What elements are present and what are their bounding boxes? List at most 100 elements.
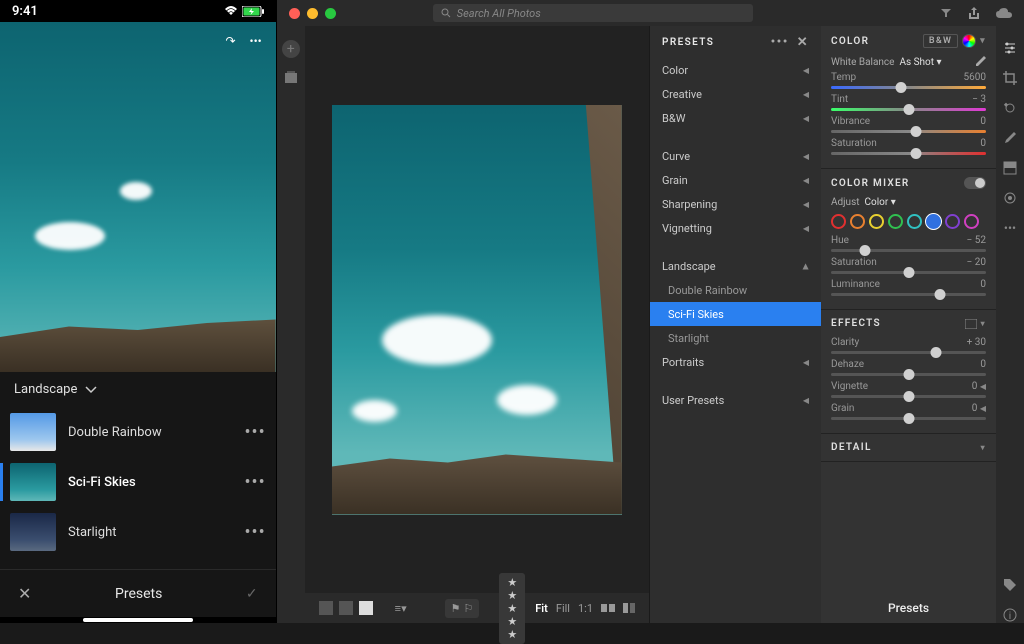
close-presets-icon[interactable]: ✕ bbox=[797, 35, 809, 50]
rating-filter[interactable]: ★ ★ ★ ★ ★ bbox=[499, 573, 525, 644]
add-photo-button[interactable]: + bbox=[282, 40, 300, 58]
slider-clarity[interactable]: Clarity+ 30 bbox=[831, 337, 986, 357]
swatch-2[interactable] bbox=[869, 214, 884, 229]
home-indicator bbox=[0, 617, 276, 623]
preset-group-color[interactable]: Color◀ bbox=[650, 58, 821, 82]
presets-button[interactable]: Presets bbox=[821, 593, 996, 623]
share-icon[interactable] bbox=[968, 7, 980, 20]
filter-icon[interactable] bbox=[940, 7, 952, 19]
slider-grain[interactable]: Grain0 ◀ bbox=[831, 403, 986, 423]
heal-icon[interactable] bbox=[1002, 100, 1018, 116]
battery-icon bbox=[242, 6, 264, 17]
preset-starlight[interactable]: Starlight bbox=[650, 326, 821, 350]
main-photo[interactable] bbox=[332, 105, 622, 515]
slider-saturation[interactable]: Saturation− 20 bbox=[831, 257, 986, 277]
grid-large-icon[interactable] bbox=[339, 601, 353, 615]
edit-panel: COLOR B&W ▾ White Balance As Shot ▾ Temp… bbox=[821, 26, 996, 623]
undo-icon[interactable]: ↷ bbox=[225, 34, 235, 48]
preset-group-grain[interactable]: Grain◀ bbox=[650, 168, 821, 192]
mobile-category-selector[interactable]: Landscape bbox=[0, 372, 276, 407]
swatch-4[interactable] bbox=[907, 214, 922, 229]
color-swatches bbox=[831, 214, 986, 229]
single-view-icon[interactable] bbox=[359, 601, 373, 615]
preset-group-portraits[interactable]: Portraits◀ bbox=[650, 350, 821, 374]
info-icon[interactable]: i bbox=[1002, 607, 1018, 623]
auto-dropdown[interactable]: ▾ bbox=[980, 36, 986, 46]
eyedropper-icon[interactable] bbox=[974, 56, 986, 68]
slider-vignette[interactable]: Vignette0 ◀ bbox=[831, 381, 986, 401]
mixer-toggle[interactable] bbox=[964, 177, 986, 189]
effects-view-icon[interactable] bbox=[965, 319, 977, 329]
slider-saturation[interactable]: Saturation0 bbox=[831, 138, 986, 158]
cloud-icon[interactable] bbox=[996, 8, 1012, 19]
window-zoom-icon[interactable] bbox=[325, 8, 336, 19]
preset-thumb bbox=[10, 513, 56, 551]
brush-icon[interactable] bbox=[1002, 130, 1018, 146]
detail-section[interactable]: DETAIL ▾ bbox=[821, 434, 996, 462]
adjust-select[interactable]: Color ▾ bbox=[864, 197, 895, 208]
linear-gradient-icon[interactable] bbox=[1002, 160, 1018, 176]
swatch-7[interactable] bbox=[964, 214, 979, 229]
wb-select[interactable]: As Shot ▾ bbox=[899, 57, 941, 68]
slider-temp[interactable]: Temp5600 bbox=[831, 72, 986, 92]
color-wheel-icon[interactable] bbox=[962, 34, 976, 48]
fill-button[interactable]: Fill bbox=[556, 602, 570, 615]
search-input[interactable]: Search All Photos bbox=[433, 4, 753, 22]
slider-vibrance[interactable]: Vibrance0 bbox=[831, 116, 986, 136]
preset-label: Sci-Fi Skies bbox=[68, 475, 232, 490]
library-icon[interactable] bbox=[284, 70, 298, 84]
grid-small-icon[interactable] bbox=[319, 601, 333, 615]
mobile-preview: 9:41 ↷ ••• Landscape Double Rainbow ••• bbox=[0, 0, 277, 623]
slider-hue[interactable]: Hue− 52 bbox=[831, 235, 986, 255]
beforeafter-icon[interactable] bbox=[623, 602, 635, 614]
swatch-1[interactable] bbox=[850, 214, 865, 229]
more-icon[interactable]: ••• bbox=[250, 34, 262, 48]
more-icon[interactable]: ••• bbox=[244, 422, 265, 443]
flag-filter[interactable]: ⚑⚐ bbox=[445, 599, 480, 618]
compare-icon[interactable] bbox=[601, 602, 615, 614]
more-icon[interactable]: ••• bbox=[244, 472, 265, 493]
preset-scifi-skies[interactable]: Sci-Fi Skies bbox=[650, 302, 821, 326]
preset-group-sharpening[interactable]: Sharpening◀ bbox=[650, 192, 821, 216]
mixer-title: COLOR MIXER bbox=[831, 178, 910, 189]
crop-icon[interactable] bbox=[1002, 70, 1018, 86]
swatch-5[interactable] bbox=[926, 214, 941, 229]
more-tools-icon[interactable]: ••• bbox=[1002, 220, 1018, 236]
preset-item-double-rainbow[interactable]: Double Rainbow ••• bbox=[0, 407, 276, 457]
edit-sliders-icon[interactable] bbox=[1002, 40, 1018, 56]
tag-icon[interactable] bbox=[1002, 577, 1018, 593]
preset-group-user[interactable]: User Presets◀ bbox=[650, 388, 821, 412]
effects-title: EFFECTS bbox=[831, 318, 881, 329]
more-icon[interactable]: ••• bbox=[244, 522, 265, 543]
bw-toggle[interactable]: B&W bbox=[923, 34, 958, 48]
close-button[interactable]: ✕ bbox=[18, 584, 31, 603]
preset-double-rainbow[interactable]: Double Rainbow bbox=[650, 278, 821, 302]
sort-button[interactable]: ≡▾ bbox=[387, 602, 415, 615]
preset-group-creative[interactable]: Creative◀ bbox=[650, 82, 821, 106]
preset-group-curve[interactable]: Curve◀ bbox=[650, 144, 821, 168]
fit-button[interactable]: Fit bbox=[535, 602, 548, 615]
radial-gradient-icon[interactable] bbox=[1002, 190, 1018, 206]
mobile-photo-preview[interactable]: ↷ ••• bbox=[0, 22, 276, 372]
onetoone-button[interactable]: 1:1 bbox=[578, 602, 593, 615]
preset-group-vignetting[interactable]: Vignetting◀ bbox=[650, 216, 821, 240]
presets-more-icon[interactable]: ••• bbox=[771, 35, 789, 50]
wifi-icon bbox=[224, 6, 238, 17]
preset-item-scifi-skies[interactable]: Sci-Fi Skies ••• bbox=[0, 457, 276, 507]
preset-item-starlight[interactable]: Starlight ••• bbox=[0, 507, 276, 557]
detail-collapse-icon[interactable]: ▾ bbox=[981, 443, 986, 452]
wb-label: White Balance bbox=[831, 57, 894, 68]
color-mixer-section: COLOR MIXER Adjust Color ▾ Hue− 52Satura… bbox=[821, 169, 996, 310]
window-close-icon[interactable] bbox=[289, 8, 300, 19]
preset-group-landscape[interactable]: Landscape◀ bbox=[650, 254, 821, 278]
slider-dehaze[interactable]: Dehaze0 bbox=[831, 359, 986, 379]
swatch-6[interactable] bbox=[945, 214, 960, 229]
window-minimize-icon[interactable] bbox=[307, 8, 318, 19]
slider-luminance[interactable]: Luminance0 bbox=[831, 279, 986, 299]
swatch-3[interactable] bbox=[888, 214, 903, 229]
preset-group-bw[interactable]: B&W◀ bbox=[650, 106, 821, 130]
slider-tint[interactable]: Tint− 3 bbox=[831, 94, 986, 114]
swatch-0[interactable] bbox=[831, 214, 846, 229]
confirm-button[interactable]: ✓ bbox=[246, 586, 258, 602]
effects-collapse-icon[interactable]: ▾ bbox=[981, 319, 986, 328]
